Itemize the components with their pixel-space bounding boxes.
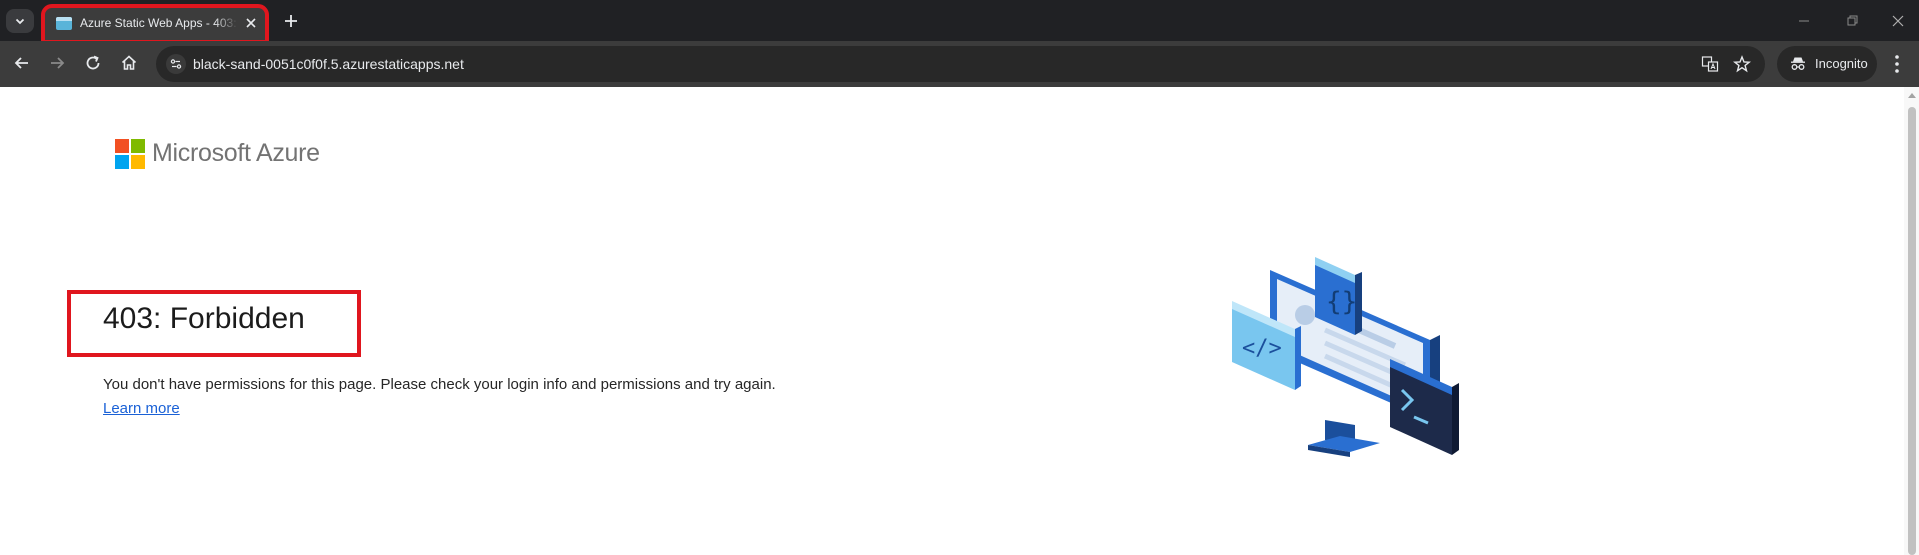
address-bar[interactable]: black-sand-0051c0f0f.5.azurestaticapps.n…	[156, 46, 1765, 82]
logo-square-yellow	[131, 155, 145, 169]
window-close-icon[interactable]	[1891, 14, 1905, 28]
browser-toolbar: black-sand-0051c0f0f.5.azurestaticapps.n…	[0, 41, 1919, 87]
reload-icon[interactable]	[83, 53, 103, 73]
active-tab[interactable]: Azure Static Web Apps - 403: Forbidden	[41, 4, 269, 44]
monitor-code-illustration: {} </>	[1232, 257, 1459, 457]
incognito-icon	[1791, 57, 1805, 70]
scroll-thumb[interactable]	[1908, 107, 1916, 555]
translate-icon[interactable]	[1701, 55, 1719, 73]
tab-favicon-icon	[56, 17, 72, 30]
svg-text:{}: {}	[1326, 287, 1357, 317]
tab-strip: Azure Static Web Apps - 403: Forbidden	[0, 0, 1919, 44]
logo-square-green	[131, 139, 145, 153]
restore-icon[interactable]	[1845, 14, 1859, 28]
incognito-profile-button[interactable]: Incognito	[1777, 46, 1877, 82]
brand-name: Microsoft Azure	[152, 139, 320, 167]
menu-dots-icon[interactable]	[1893, 53, 1901, 75]
forward-arrow-icon[interactable]	[47, 53, 67, 73]
learn-more-link[interactable]: Learn more	[103, 400, 180, 417]
bookmark-star-icon[interactable]	[1733, 55, 1751, 73]
chevron-down-icon	[15, 18, 25, 25]
microsoft-logo-icon	[115, 139, 145, 169]
new-tab-icon[interactable]	[282, 12, 300, 30]
site-info-button[interactable]	[166, 54, 186, 74]
scroll-up-arrow-icon[interactable]	[1908, 93, 1916, 98]
incognito-label: Incognito	[1815, 56, 1868, 71]
svg-text:</>: </>	[1242, 336, 1282, 361]
url-text[interactable]: black-sand-0051c0f0f.5.azurestaticapps.n…	[193, 56, 464, 72]
error-heading: 403: Forbidden	[103, 302, 305, 335]
home-icon[interactable]	[119, 53, 139, 73]
tune-icon	[170, 59, 182, 69]
page-scrollbar[interactable]	[1904, 87, 1919, 555]
minimize-icon[interactable]	[1797, 14, 1811, 28]
back-arrow-icon[interactable]	[12, 53, 32, 73]
logo-square-blue	[115, 155, 129, 169]
close-icon[interactable]	[244, 16, 258, 30]
tab-title: Azure Static Web Apps - 403: Forbidden	[80, 16, 238, 30]
logo-square-red	[115, 139, 129, 153]
error-message: You don't have permissions for this page…	[103, 376, 776, 393]
tab-search-button[interactable]	[6, 9, 34, 33]
